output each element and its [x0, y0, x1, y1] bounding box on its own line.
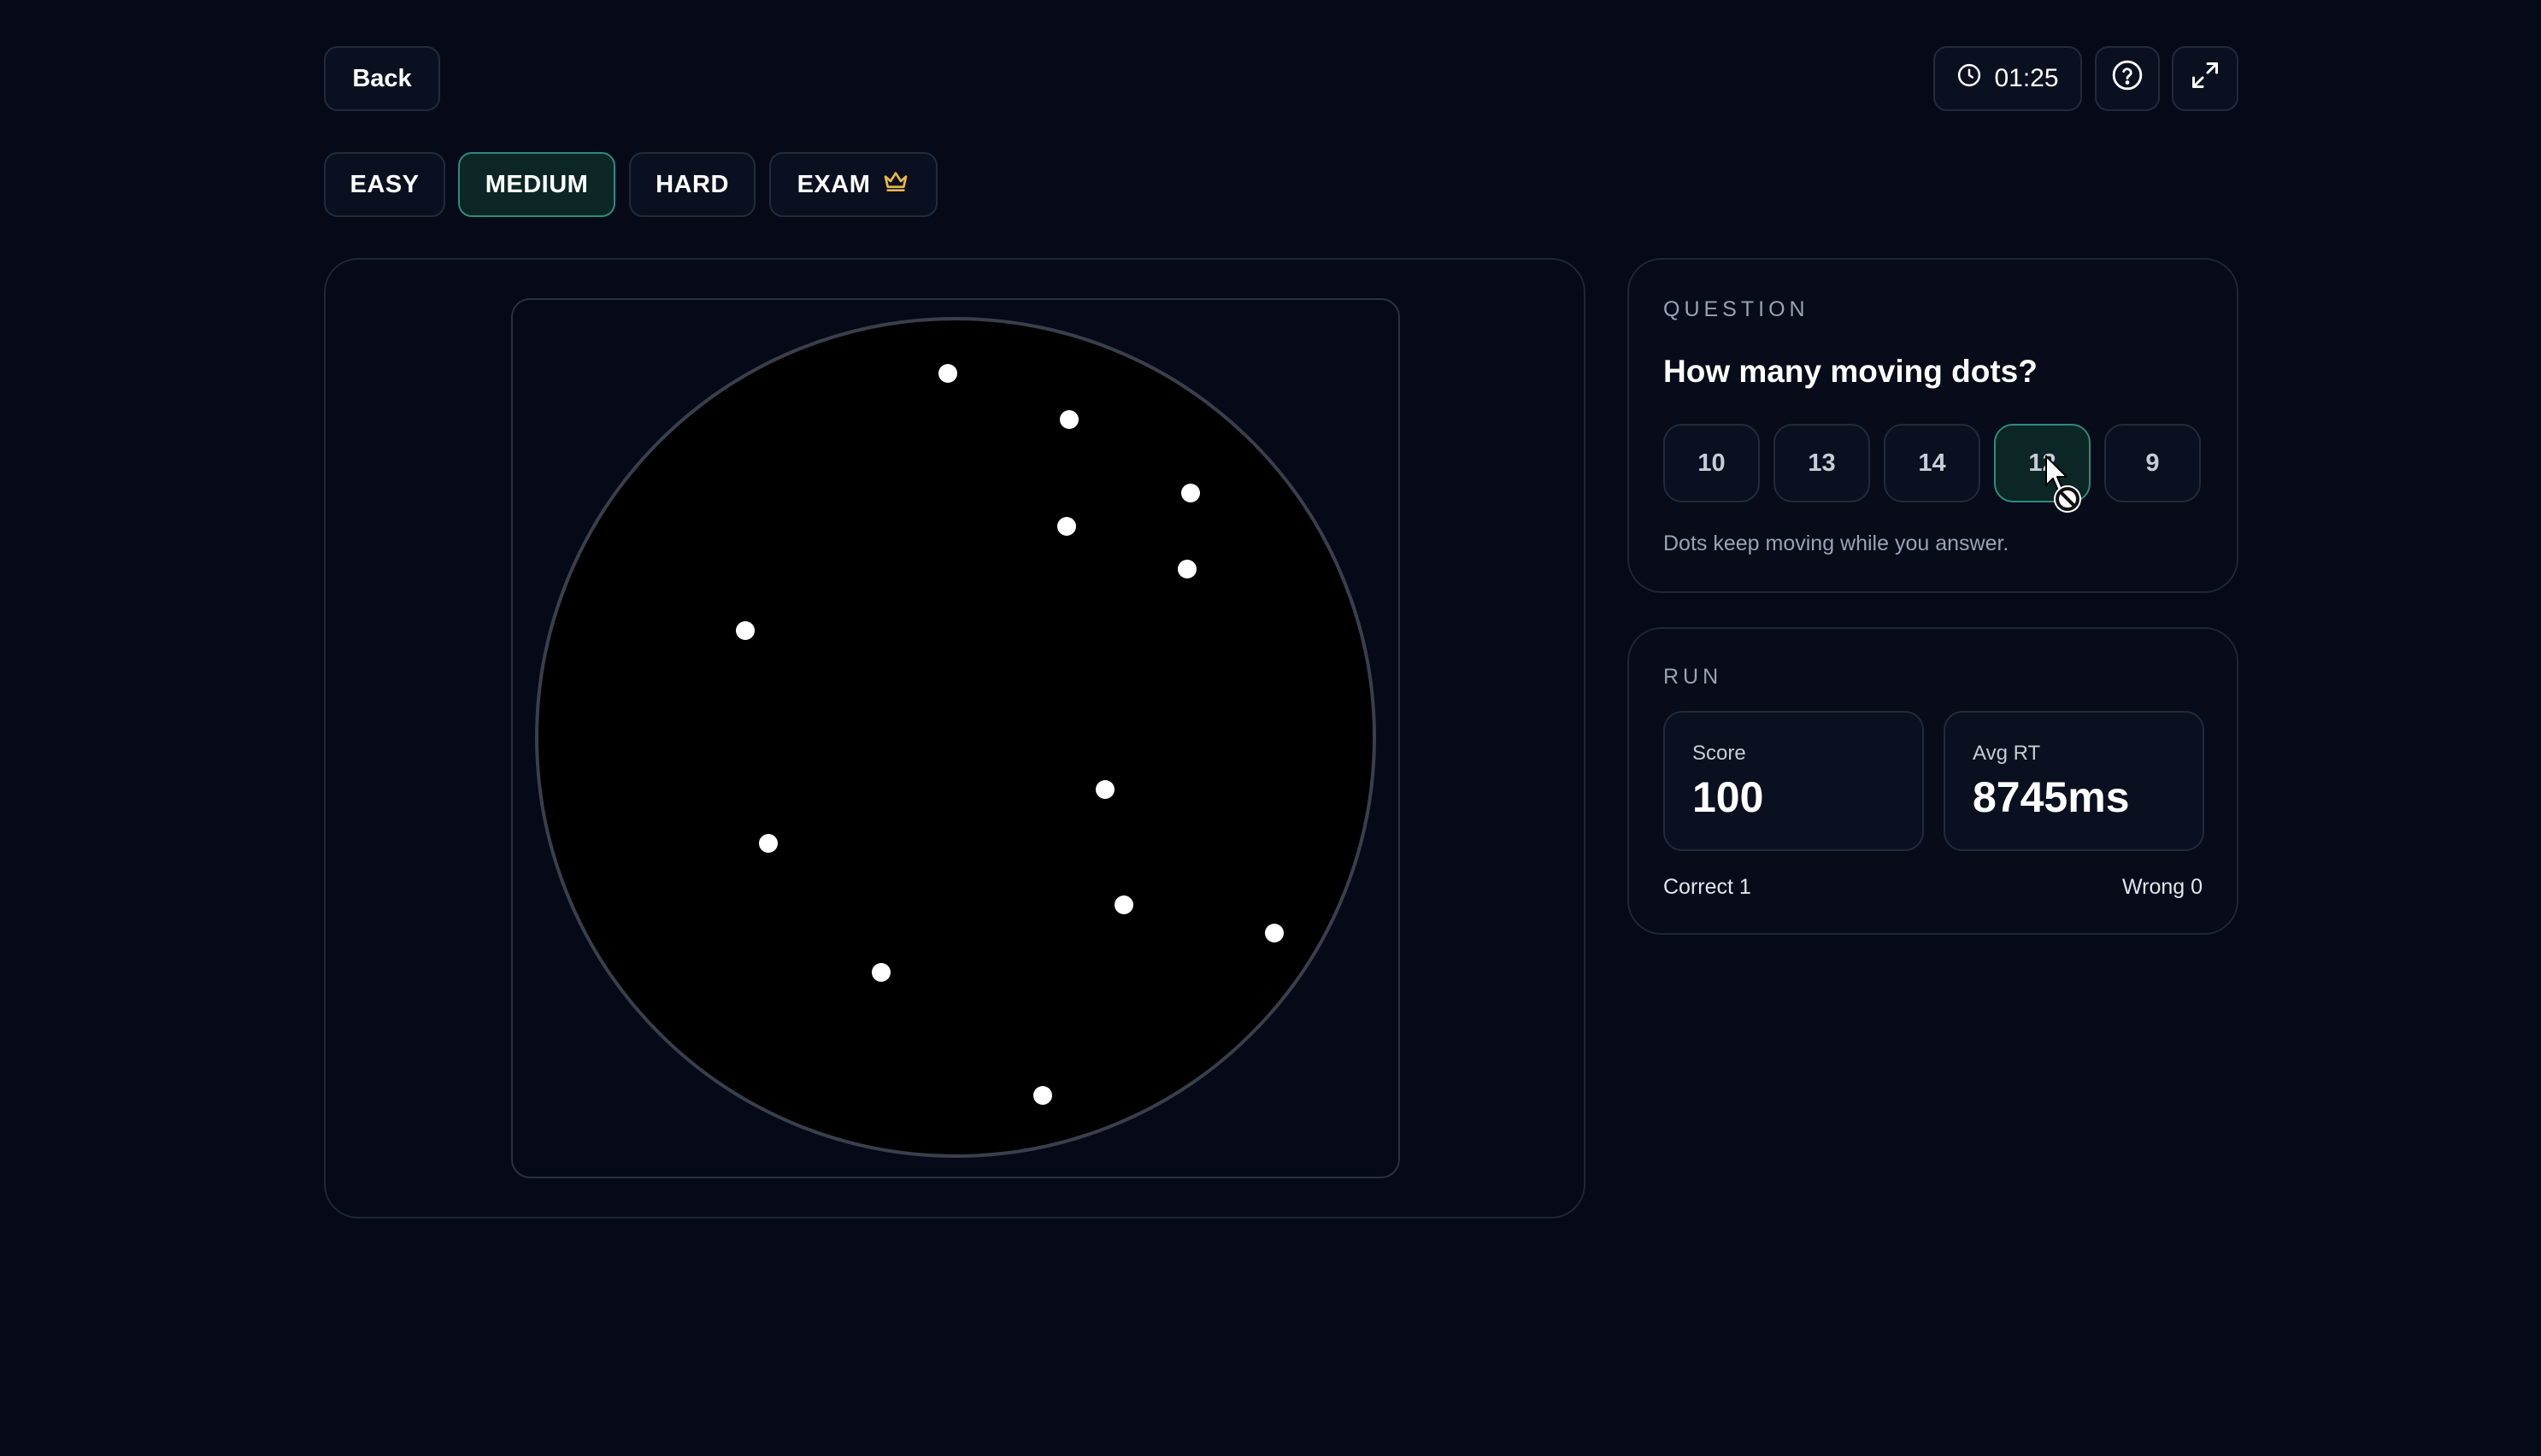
avg-rt-label: Avg RT	[1973, 742, 2041, 765]
run-section-label: RUN	[1663, 665, 1723, 689]
moving-dot	[1033, 1086, 1052, 1105]
question-card: QUESTION How many moving dots? 10 13 14 …	[1627, 258, 2238, 593]
timer-display: 01:25	[1933, 46, 2082, 111]
answer-button[interactable]: 14	[1884, 424, 1980, 502]
answer-button[interactable]: 12	[1994, 424, 2091, 502]
correct-count: Correct 1	[1663, 875, 1751, 899]
question-prompt: How many moving dots?	[1663, 354, 2038, 389]
moving-dot	[1060, 410, 1079, 429]
score-box: Score 100	[1663, 711, 1924, 851]
run-card: RUN Score 100 Avg RT 8745ms Correct 1 Wr…	[1627, 627, 2238, 935]
moving-dot	[736, 621, 755, 640]
tab-medium[interactable]: MEDIUM	[458, 152, 615, 217]
dot-arena	[535, 317, 1376, 1158]
fullscreen-button[interactable]	[2172, 46, 2238, 111]
moving-dot	[1265, 924, 1284, 942]
moving-dot	[759, 834, 778, 853]
expand-icon	[2190, 60, 2220, 97]
moving-dot	[1057, 517, 1076, 536]
question-hint: Dots keep moving while you answer.	[1663, 531, 2009, 555]
help-button[interactable]	[2095, 46, 2160, 111]
score-value: 100	[1692, 773, 1764, 821]
moving-dot	[1096, 780, 1115, 799]
moving-dot	[1178, 560, 1197, 578]
crown-icon	[882, 169, 909, 200]
clock-icon	[1956, 62, 1982, 95]
tab-hard[interactable]: HARD	[629, 152, 756, 217]
back-button[interactable]: Back	[324, 46, 440, 111]
question-section-label: QUESTION	[1663, 297, 1809, 321]
score-label: Score	[1692, 742, 1746, 765]
timer-text: 01:25	[1994, 64, 2059, 92]
wrong-count: Wrong 0	[2121, 875, 2203, 899]
moving-dot	[872, 963, 891, 982]
tab-easy[interactable]: EASY	[324, 152, 445, 217]
moving-dot	[1115, 895, 1133, 914]
question-circle-icon	[2111, 59, 2144, 98]
moving-dot	[1181, 484, 1200, 502]
answer-button[interactable]: 10	[1663, 424, 1760, 502]
answer-button[interactable]: 9	[2104, 424, 2201, 502]
tab-exam[interactable]: EXAM	[769, 152, 938, 217]
arena-circle	[535, 317, 1376, 1158]
answer-button[interactable]: 13	[1773, 424, 1870, 502]
moving-dot	[938, 364, 957, 383]
avg-rt-value: 8745ms	[1973, 773, 2130, 821]
tab-exam-label: EXAM	[797, 170, 871, 198]
avg-rt-box: Avg RT 8745ms	[1944, 711, 2204, 851]
